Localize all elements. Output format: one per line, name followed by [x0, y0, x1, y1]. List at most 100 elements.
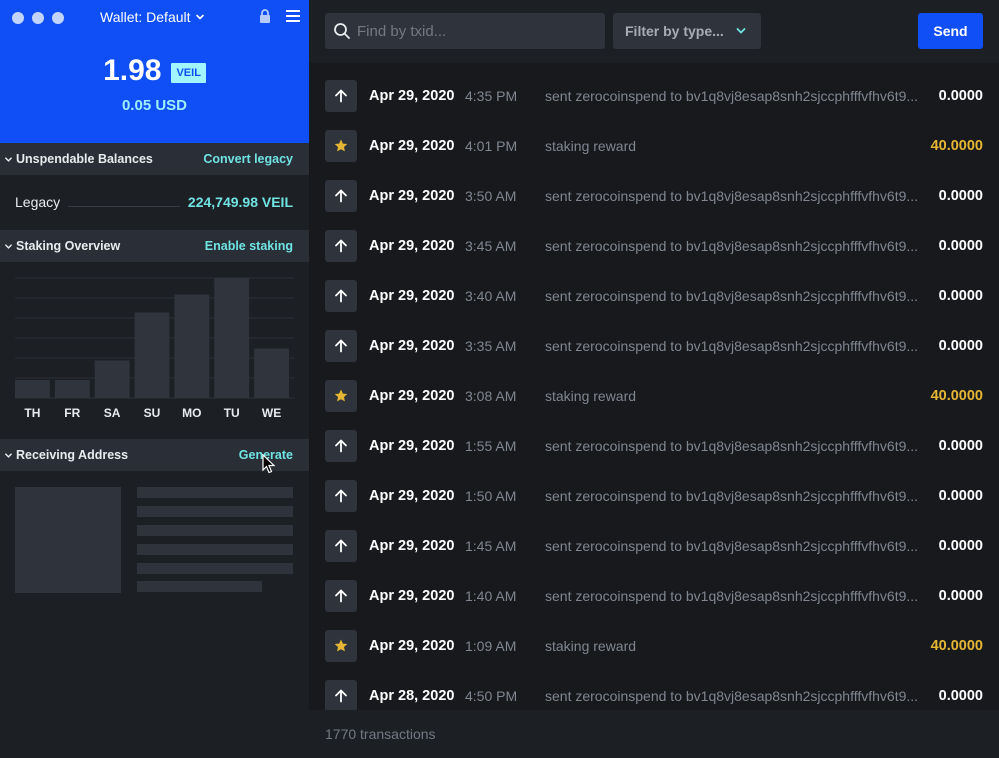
wallet-header: Wallet: Default 1.98 VEIL 0.05 USD [0, 0, 309, 143]
transaction-row[interactable]: Apr 29, 2020 4:01 PM staking reward 40.0000 [309, 121, 999, 171]
address-placeholder-line [137, 581, 262, 592]
tx-time: 4:50 PM [465, 688, 518, 704]
balance-amount: 1.98 [103, 54, 162, 87]
chart-bar [214, 278, 250, 398]
chart-bar [134, 312, 170, 398]
tx-date: Apr 29, 2020 [369, 588, 455, 604]
receiving-address-header[interactable]: Receiving Address Generate [0, 439, 309, 471]
tx-amount: 0.0000 [938, 338, 983, 354]
tx-description: sent zerocoinspend to bv1q8vj8esap8snh2s… [545, 488, 919, 504]
currency-badge: VEIL [171, 62, 206, 83]
transaction-row[interactable]: Apr 29, 2020 3:35 AM sent zerocoinspend to… [309, 321, 999, 371]
tx-time: 1:45 AM [465, 538, 517, 554]
tx-date: Apr 29, 2020 [369, 638, 455, 654]
transaction-row[interactable]: Apr 29, 2020 1:09 AM staking reward 40.0000 [309, 621, 999, 671]
tx-description: staking reward [545, 138, 637, 154]
chart-bar [54, 380, 90, 398]
toolbar: Filter by type... Send [309, 0, 999, 63]
filter-dropdown[interactable]: Filter by type... [613, 13, 761, 49]
tx-date: Apr 29, 2020 [369, 438, 455, 454]
chart-tick-label: TH [24, 406, 40, 420]
filter-label: Filter by type... [625, 23, 724, 39]
app-window: Wallet: Default 1.98 VEIL 0.05 USD Unspe… [0, 0, 999, 758]
transaction-row[interactable]: Apr 29, 2020 4:35 PM sent zerocoinspend to… [309, 71, 999, 121]
address-placeholder-line [137, 544, 293, 555]
transaction-row[interactable]: Apr 29, 2020 3:40 AM sent zerocoinspend to… [309, 271, 999, 321]
tx-time: 3:50 AM [465, 188, 517, 204]
tx-description: sent zerocoinspend to bv1q8vj8esap8snh2s… [545, 538, 919, 554]
tx-type-badge [325, 530, 357, 562]
arrow-up-icon [335, 539, 347, 553]
hamburger-menu-icon[interactable] [285, 9, 301, 23]
transaction-row[interactable]: Apr 29, 2020 3:50 AM sent zerocoinspend to… [309, 171, 999, 221]
tx-type-badge [325, 330, 357, 362]
transaction-row[interactable]: Apr 28, 2020 4:50 PM sent zerocoinspend to… [309, 671, 999, 710]
arrow-up-icon [335, 289, 347, 303]
chevron-down-icon [5, 452, 12, 458]
staking-chart: TH FR SA SU MO TU WE [15, 277, 294, 420]
tx-date: Apr 29, 2020 [369, 238, 455, 254]
maximize-window-button[interactable] [52, 12, 64, 24]
tx-type-badge [325, 80, 357, 112]
qr-code-placeholder [15, 487, 121, 593]
close-window-button[interactable] [12, 12, 24, 24]
wallet-selector[interactable]: Wallet: Default [100, 9, 205, 25]
tx-amount: 0.0000 [938, 88, 983, 104]
send-button[interactable]: Send [918, 13, 983, 49]
unspendable-balances-header[interactable]: Unspendable Balances Convert legacy [0, 143, 309, 175]
transaction-count: 1770 transactions [325, 726, 436, 742]
tx-time: 1:40 AM [465, 588, 517, 604]
staking-overview-header[interactable]: Staking Overview Enable staking [0, 230, 309, 262]
chart-bar [15, 380, 50, 398]
tx-description: sent zerocoinspend to bv1q8vj8esap8snh2s… [545, 688, 919, 704]
tx-description: sent zerocoinspend to bv1q8vj8esap8snh2s… [545, 288, 919, 304]
tx-type-badge [325, 580, 357, 612]
transaction-row[interactable]: Apr 29, 2020 3:45 AM sent zerocoinspend to… [309, 221, 999, 271]
tx-type-badge [325, 380, 357, 412]
transaction-row[interactable]: Apr 29, 2020 1:40 AM sent zerocoinspend to… [309, 571, 999, 621]
tx-type-badge [325, 430, 357, 462]
tx-time: 1:50 AM [465, 488, 517, 504]
tx-date: Apr 29, 2020 [369, 88, 455, 104]
search-input[interactable] [357, 22, 597, 40]
transaction-row[interactable]: Apr 29, 2020 1:45 AM sent zerocoinspend to… [309, 521, 999, 571]
divider [68, 198, 180, 207]
address-placeholder-line [137, 506, 293, 517]
tx-type-badge [325, 280, 357, 312]
chart-tick-label: WE [262, 406, 281, 420]
generate-address-link[interactable]: Generate [239, 448, 293, 462]
tx-description: staking reward [545, 388, 637, 404]
sidebar: Wallet: Default 1.98 VEIL 0.05 USD Unspe… [0, 0, 309, 758]
tx-date: Apr 29, 2020 [369, 338, 455, 354]
transaction-row[interactable]: Apr 29, 2020 1:50 AM sent zerocoinspend to… [309, 471, 999, 521]
lock-icon[interactable] [257, 8, 273, 24]
transaction-row[interactable]: Apr 29, 2020 1:55 AM sent zerocoinspend to… [309, 421, 999, 471]
address-placeholder-line [137, 563, 293, 574]
arrow-up-icon [335, 339, 347, 353]
enable-staking-link[interactable]: Enable staking [205, 239, 293, 253]
convert-legacy-link[interactable]: Convert legacy [203, 152, 293, 166]
chevron-down-icon [5, 156, 12, 162]
transaction-row[interactable]: Apr 29, 2020 3:08 AM staking reward 40.0000 [309, 371, 999, 421]
tx-description: sent zerocoinspend to bv1q8vj8esap8snh2s… [545, 88, 919, 104]
arrow-up-icon [335, 439, 347, 453]
search-box [325, 13, 605, 49]
tx-date: Apr 29, 2020 [369, 138, 455, 154]
tx-time: 3:40 AM [465, 288, 517, 304]
main-panel: Filter by type... Send Apr 29, 2020 4:35 … [309, 0, 999, 758]
arrow-up-icon [335, 689, 347, 703]
star-icon [334, 389, 348, 402]
minimize-window-button[interactable] [32, 12, 44, 24]
chart-tick-label: MO [182, 406, 201, 420]
tx-time: 3:08 AM [465, 388, 517, 404]
chart-tick-label: TU [224, 406, 240, 420]
search-icon [334, 23, 350, 39]
star-icon [334, 139, 348, 152]
tx-description: sent zerocoinspend to bv1q8vj8esap8snh2s… [545, 438, 919, 454]
tx-type-badge [325, 180, 357, 212]
footer-bar: 1770 transactions [309, 710, 999, 758]
chart-tick-label: SA [104, 406, 121, 420]
legacy-label: Legacy [15, 194, 61, 210]
tx-type-badge [325, 480, 357, 512]
section-title: Receiving Address [16, 448, 129, 462]
